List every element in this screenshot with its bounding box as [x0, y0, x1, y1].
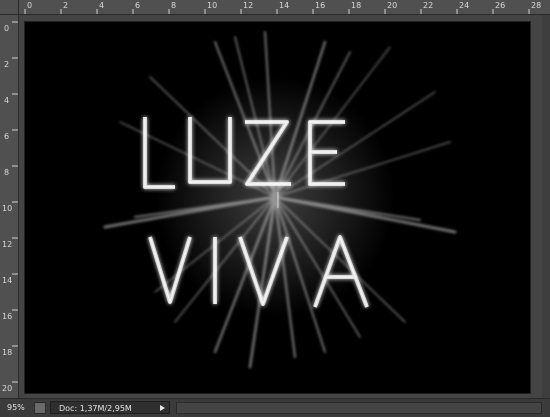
ruler-h-label: 28 [531, 1, 542, 10]
ruler-h-label: 14 [279, 1, 290, 10]
ruler-v-label: 16 [2, 312, 13, 321]
ruler-v-label: 0 [4, 24, 10, 33]
ruler-v-label: 18 [2, 348, 13, 357]
ruler-h-label: 20 [387, 1, 398, 10]
ruler-h-label: 22 [423, 1, 434, 10]
ruler-v-label: 6 [4, 132, 10, 141]
ruler-v-label: 2 [4, 60, 10, 69]
ruler-h-label: 2 [63, 1, 69, 10]
ruler-h-label: 12 [243, 1, 254, 10]
ruler-v-label: 8 [4, 168, 10, 177]
horizontal-scrollbar[interactable] [176, 402, 542, 414]
document-workspace[interactable] [19, 15, 550, 398]
ruler-h-label: 8 [171, 1, 177, 10]
ruler-v-label: 14 [2, 276, 13, 285]
radial-blur-text-artwork [103, 31, 457, 369]
ruler-v-label: 10 [2, 204, 13, 213]
ruler-origin-corner[interactable] [0, 0, 19, 15]
document-canvas[interactable] [25, 22, 530, 393]
ruler-h-label: 6 [135, 1, 141, 10]
status-bar: 95% Doc: 1,37M/2,95M [0, 398, 550, 417]
ruler-h-label: 16 [315, 1, 326, 10]
ruler-h-label: 4 [99, 1, 105, 10]
ruler-h-label: 26 [495, 1, 506, 10]
ruler-v-label: 12 [2, 240, 13, 249]
status-info-icon[interactable] [34, 402, 46, 414]
ruler-h-label: 0 [27, 1, 33, 10]
vertical-ruler[interactable]: 0 2 4 6 8 10 12 14 16 18 20 [0, 15, 19, 398]
horizontal-ruler[interactable]: 0 2 4 6 8 10 12 14 16 18 20 22 24 26 28 [19, 0, 550, 15]
status-menu-arrow-icon[interactable] [160, 405, 165, 411]
ruler-v-label: 4 [4, 96, 10, 105]
ruler-h-label: 10 [207, 1, 218, 10]
zoom-level[interactable]: 95% [7, 402, 31, 413]
ruler-h-label: 24 [459, 1, 470, 10]
ruler-v-label: 20 [2, 384, 13, 393]
ruler-h-label: 18 [351, 1, 362, 10]
document-info[interactable]: Doc: 1,37M/2,95M [50, 401, 170, 414]
vertical-scrollbar[interactable] [542, 15, 550, 398]
